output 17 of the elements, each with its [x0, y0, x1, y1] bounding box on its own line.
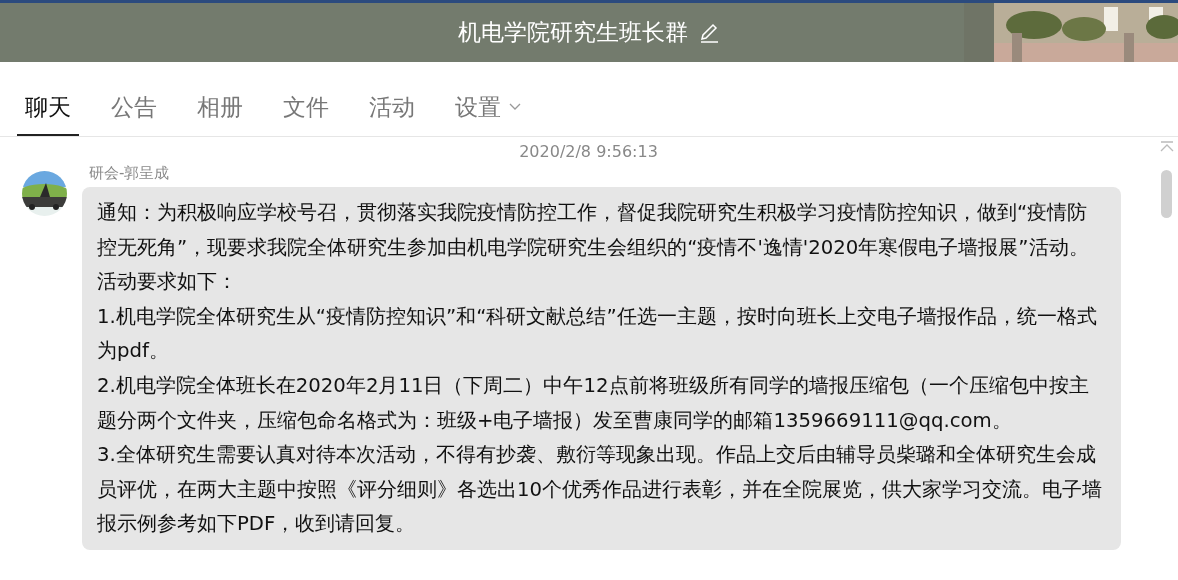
message-paragraph: 3.全体研究生需要认真对待本次活动，不得有抄袭、敷衍等现象出现。作品上交后由辅导员柴璐和全体研究生会成员评优，在两大主题中按照《评分细则》各选出10个优秀作品进行表彰，并在全院展览，供大家学习交流。电子墙报示例参考如下PDF，收到请回复。: [97, 442, 1104, 538]
tab[interactable]: 设置: [447, 80, 529, 136]
group-title: 机电学院研究生班长群: [458, 18, 688, 47]
tab[interactable]: 活动: [361, 80, 423, 136]
tab[interactable]: 相册: [189, 80, 251, 136]
sender-name: 研会-郭呈成: [89, 164, 171, 183]
tab[interactable]: 聊天: [17, 80, 79, 136]
scrollbar-thumb[interactable]: [1161, 170, 1172, 218]
scroll-top-icon[interactable]: [1159, 141, 1174, 152]
pencil-icon[interactable]: [698, 21, 720, 44]
message-paragraph: 2.机电学院全体班长在2020年2月11日（下周二）中午12点前将班级所有同学的墙报压缩包（一个压缩包中按主题分两个文件夹，压缩包命名格式为：班级+电子墙报）发至曹康同学的邮箱1359669111@qq.com。: [97, 372, 1090, 434]
message-paragraph: 1.机电学院全体研究生从“疫情防控知识”和“科研文献总结”任选一主题，按时向班长上交电子墙报作品，统一格式为pdf。: [97, 303, 1098, 365]
timestamp: 2020/2/8 9:56:13: [519, 142, 658, 161]
message-paragraph: 通知：为积极响应学校号召，贯彻落实我院疫情防控工作，督促我院研究生积极学习疫情防控知识，做到“疫情防控无死角”，现要求我院全体研究生参加由机电学院研究生会组织的“疫情不'逸情'2020年寒假电子墙报展”活动。活动要求如下：: [97, 200, 1090, 296]
tab[interactable]: 公告: [103, 80, 165, 136]
chevron-down-icon: [509, 103, 521, 111]
tab[interactable]: 文件: [275, 80, 337, 136]
